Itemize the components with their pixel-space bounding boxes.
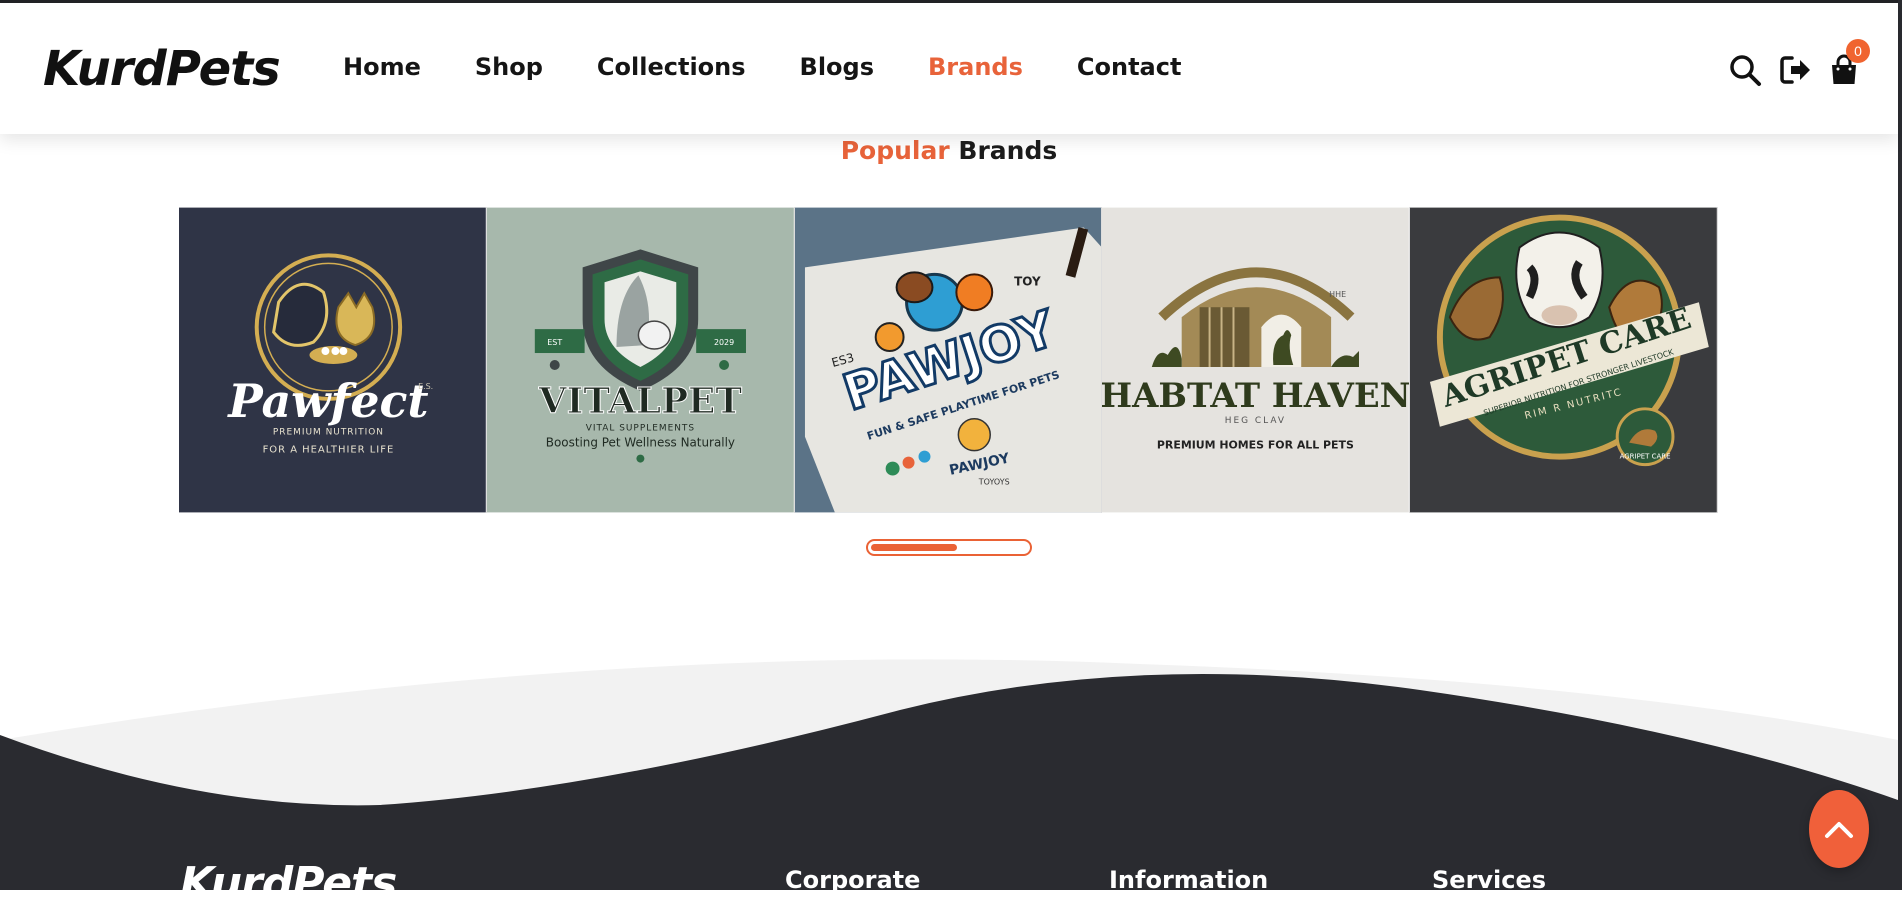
- nav-blogs[interactable]: Blogs: [800, 53, 874, 81]
- carousel-scrollbar[interactable]: [866, 539, 1032, 556]
- title-highlight: Popular: [840, 136, 950, 165]
- vitalpet-tagline-2: Boosting Pet Wellness Naturally: [546, 436, 735, 450]
- carousel-scrollbar-thumb[interactable]: [871, 544, 957, 551]
- vitalpet-year: 2029: [714, 338, 734, 347]
- pawfect-logo-image: Pawfect PREMIUM NUTRITION FOR A HEALTHIE…: [179, 207, 486, 513]
- logout-icon[interactable]: [1779, 53, 1813, 87]
- nav-contact[interactable]: Contact: [1077, 53, 1182, 81]
- pawfect-name: Pawfect: [226, 374, 428, 428]
- agripet-care-logo-image: AGRIPET CARE SUPERIOR NUTRITION FOR STRO…: [1410, 207, 1717, 513]
- scroll-to-top-button[interactable]: [1809, 790, 1869, 868]
- chevron-up-icon: [1825, 822, 1853, 838]
- vitalpet-tagline-1: VITAL SUPPLEMENTS: [586, 424, 695, 434]
- window-edge: [1898, 0, 1902, 890]
- pawfect-tagline-2: FOR A HEALTHIER LIFE: [263, 445, 395, 456]
- main-nav: Home Shop Collections Blogs Brands Conta…: [343, 53, 1235, 81]
- brand-card-pawfect[interactable]: Pawfect PREMIUM NUTRITION FOR A HEALTHIE…: [179, 207, 487, 513]
- site-header: KurdPets Home Shop Collections Blogs Bra…: [0, 3, 1898, 134]
- brand-card-habtat-haven[interactable]: HABTAT HAVEN HEG CLAV PREMIUM HOMES FOR …: [1102, 207, 1411, 513]
- habtat-small: HHE: [1330, 290, 1347, 299]
- brand-card-agripet-care[interactable]: AGRIPET CARE SUPERIOR NUTRITION FOR STRO…: [1410, 207, 1718, 513]
- pawfect-small: E.S.: [418, 382, 433, 391]
- nav-home[interactable]: Home: [343, 53, 421, 81]
- habtat-tagline-2: PREMIUM HOMES FOR ALL PETS: [1157, 439, 1354, 452]
- pawjoy-toy: TOY: [1014, 274, 1041, 288]
- site-logo[interactable]: KurdPets: [43, 41, 281, 97]
- vitalpet-logo-image: EST 2029 VITALPET VITAL SUPPLEMENTS Boos…: [486, 207, 794, 513]
- footer-wave: [0, 659, 1898, 890]
- footer-logo[interactable]: KurdPets: [180, 858, 397, 909]
- brand-card-pawjoy[interactable]: PAWJOY FUN & SAFE PLAYTIME FOR PETS ES3 …: [794, 207, 1103, 513]
- pawfect-tagline-1: PREMIUM NUTRITION: [273, 428, 384, 438]
- nav-shop[interactable]: Shop: [475, 53, 543, 81]
- pawjoy-sub2: TOYOYS: [977, 478, 1009, 487]
- agripet-sub: AGRIPET CARE: [1620, 453, 1671, 461]
- brand-card-vitalpet[interactable]: EST 2029 VITALPET VITAL SUPPLEMENTS Boos…: [486, 207, 795, 513]
- vitalpet-est: EST: [547, 338, 562, 347]
- pawjoy-logo-image: PAWJOY FUN & SAFE PLAYTIME FOR PETS ES3 …: [794, 207, 1102, 513]
- vitalpet-name: VITALPET: [538, 380, 743, 422]
- title-rest: Brands: [958, 136, 1058, 165]
- brands-carousel[interactable]: Pawfect PREMIUM NUTRITION FOR A HEALTHIE…: [179, 207, 1718, 513]
- nav-brands[interactable]: Brands: [928, 53, 1023, 81]
- habtat-haven-logo-image: HABTAT HAVEN HEG CLAV PREMIUM HOMES FOR …: [1102, 207, 1410, 513]
- habtat-tagline-1: HEG CLAV: [1225, 416, 1286, 426]
- popular-brands-title: Popular Brands: [0, 136, 1898, 165]
- cart-count-badge: 0: [1846, 39, 1870, 63]
- habtat-name: HABTAT HAVEN: [1102, 375, 1409, 415]
- search-icon[interactable]: [1728, 53, 1762, 87]
- nav-collections[interactable]: Collections: [597, 53, 746, 81]
